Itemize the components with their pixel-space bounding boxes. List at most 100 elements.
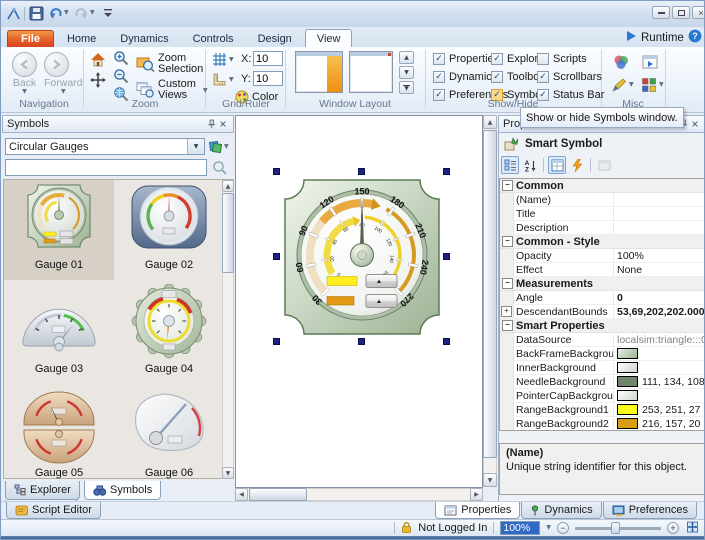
symbols-scroll-thumb[interactable]: [222, 193, 234, 273]
selection-handle[interactable]: [443, 168, 450, 175]
canvas-scroll-up[interactable]: ▲: [483, 115, 497, 129]
search-icon[interactable]: [212, 160, 228, 179]
property-row[interactable]: Angle 0: [500, 291, 704, 305]
property-row[interactable]: Description: [500, 221, 704, 235]
layout-option-split[interactable]: [295, 51, 343, 93]
ribbon-tab-file[interactable]: File: [7, 30, 54, 47]
misc-preview-button[interactable]: [642, 54, 658, 73]
ruler-toggle-button[interactable]: [212, 72, 227, 90]
selection-handle[interactable]: [358, 168, 365, 175]
categorized-view-button[interactable]: [501, 156, 519, 174]
symbol-item-gauge-02[interactable]: Gauge 02: [114, 180, 224, 280]
gauge-button-down[interactable]: [365, 294, 398, 308]
property-pages-button[interactable]: [548, 156, 566, 174]
forward-button[interactable]: Forward ▼: [44, 52, 83, 95]
zoom-slider[interactable]: [575, 522, 661, 534]
save-button[interactable]: [29, 6, 44, 24]
color-swatch[interactable]: [617, 418, 638, 429]
zoom-selection-button[interactable]: Zoom Selection: [134, 52, 204, 76]
pin-icon[interactable]: [205, 118, 217, 130]
property-row[interactable]: RangeBackground1 253, 251, 27: [500, 403, 704, 417]
pan-button[interactable]: [90, 72, 106, 91]
tab-explorer[interactable]: Explorer: [5, 481, 80, 500]
property-row[interactable]: BackFrameBackground: [500, 347, 704, 361]
maximize-button[interactable]: [672, 6, 690, 19]
tab-properties[interactable]: Properties: [435, 502, 521, 519]
property-row[interactable]: Effect None: [500, 263, 704, 277]
property-category[interactable]: − Measurements: [500, 277, 704, 291]
property-row[interactable]: RangeBackground2 216, 157, 20: [500, 417, 704, 430]
ribbon-tab-design[interactable]: Design: [247, 30, 303, 47]
redo-button[interactable]: [74, 6, 89, 24]
grid-y-input[interactable]: [253, 71, 283, 86]
property-category[interactable]: − Common - Style: [500, 235, 704, 249]
color-swatch[interactable]: [617, 390, 638, 401]
checkbox-box[interactable]: ✓: [491, 53, 503, 65]
symbol-search-input[interactable]: [5, 159, 207, 176]
gauge-button-up[interactable]: [365, 274, 398, 288]
symbol-item-gauge-01[interactable]: Gauge 01: [4, 180, 114, 280]
misc-pen-dropdown[interactable]: ▼: [629, 82, 634, 88]
symbol-item-gauge-05[interactable]: Gauge 05: [4, 388, 114, 488]
checkbox-box[interactable]: ✓: [491, 71, 503, 83]
property-category[interactable]: − Common: [500, 179, 704, 193]
help-icon[interactable]: ?: [688, 29, 702, 46]
grid-dropdown[interactable]: ▼: [229, 57, 234, 63]
property-row[interactable]: NeedleBackground 111, 134, 108: [500, 375, 704, 389]
zoom-in-slider-button[interactable]: +: [667, 522, 679, 534]
selection-handle[interactable]: [273, 253, 280, 260]
ribbon-tab-view[interactable]: View: [304, 29, 353, 47]
color-swatch[interactable]: [617, 362, 638, 373]
checkbox-scripts[interactable]: Scripts: [537, 52, 604, 66]
back-button[interactable]: Back ▼: [12, 52, 37, 95]
symbol-item-gauge-04[interactable]: Gauge 04: [114, 283, 224, 384]
layout-scroll-up-button[interactable]: ▲: [399, 51, 414, 64]
selection-handle[interactable]: [358, 338, 365, 345]
zoom-combo-dropdown[interactable]: ▼: [546, 525, 551, 531]
property-row[interactable]: PointerCapBackground: [500, 389, 704, 403]
zoom-in-button[interactable]: [113, 50, 130, 70]
events-button[interactable]: [568, 156, 586, 174]
property-row[interactable]: +DescendantBounds53,69,202,202.0000305: [500, 305, 704, 319]
color-swatch[interactable]: [617, 376, 638, 387]
symbol-view-button[interactable]: ▼: [209, 138, 233, 155]
zoom-out-slider-button[interactable]: −: [557, 522, 569, 534]
runtime-button[interactable]: Runtime: [641, 32, 684, 44]
selection-handle[interactable]: [443, 253, 450, 260]
property-row[interactable]: Title: [500, 207, 704, 221]
close-panel-icon[interactable]: ×: [689, 117, 701, 131]
misc-palette-grid-button[interactable]: [641, 77, 657, 96]
misc-pen-button[interactable]: [611, 77, 627, 96]
checkbox-box[interactable]: [537, 53, 549, 65]
checkbox-box[interactable]: ✓: [433, 53, 445, 65]
symbol-category-combobox[interactable]: Circular Gauges ▼: [5, 138, 205, 155]
gauge-symbol[interactable]: 3060901201501802102402700204060801001201…: [282, 177, 442, 337]
tab-script-editor[interactable]: Script Editor: [6, 502, 101, 519]
property-row[interactable]: Opacity 100%: [500, 249, 704, 263]
canvas-scroll-down[interactable]: ▼: [483, 473, 497, 487]
canvas-vscroll-thumb[interactable]: [483, 130, 497, 458]
fit-home-button[interactable]: [90, 52, 106, 71]
color-swatch[interactable]: [617, 404, 638, 415]
ribbon-tab-dynamics[interactable]: Dynamics: [109, 30, 179, 47]
redo-dropdown[interactable]: ▼: [90, 10, 95, 16]
zoom-level-combobox[interactable]: 100%: [500, 521, 541, 535]
misc-palette-dropdown[interactable]: ▼: [659, 82, 664, 88]
tab-preferences[interactable]: Preferences: [602, 502, 697, 519]
property-row[interactable]: InnerBackground: [500, 361, 704, 375]
layout-more-button[interactable]: ▼: [399, 81, 414, 94]
undo-button[interactable]: [48, 6, 63, 24]
fit-to-window-icon[interactable]: [685, 520, 700, 537]
symbol-item-gauge-06[interactable]: Gauge 06: [114, 388, 224, 488]
ribbon-tab-home[interactable]: Home: [56, 30, 107, 47]
ruler-dropdown[interactable]: ▼: [229, 77, 234, 83]
property-messages-button[interactable]: [595, 156, 613, 174]
zoom-slider-thumb[interactable]: [611, 522, 620, 534]
tab-symbols[interactable]: Symbols: [84, 481, 162, 500]
checkbox-box[interactable]: ✓: [433, 71, 445, 83]
selection-handle[interactable]: [443, 338, 450, 345]
minimize-button[interactable]: [652, 6, 670, 19]
grid-x-input[interactable]: [253, 51, 283, 66]
qat-customize-button[interactable]: [103, 8, 113, 23]
layout-scroll-down-button[interactable]: ▼: [399, 66, 414, 79]
